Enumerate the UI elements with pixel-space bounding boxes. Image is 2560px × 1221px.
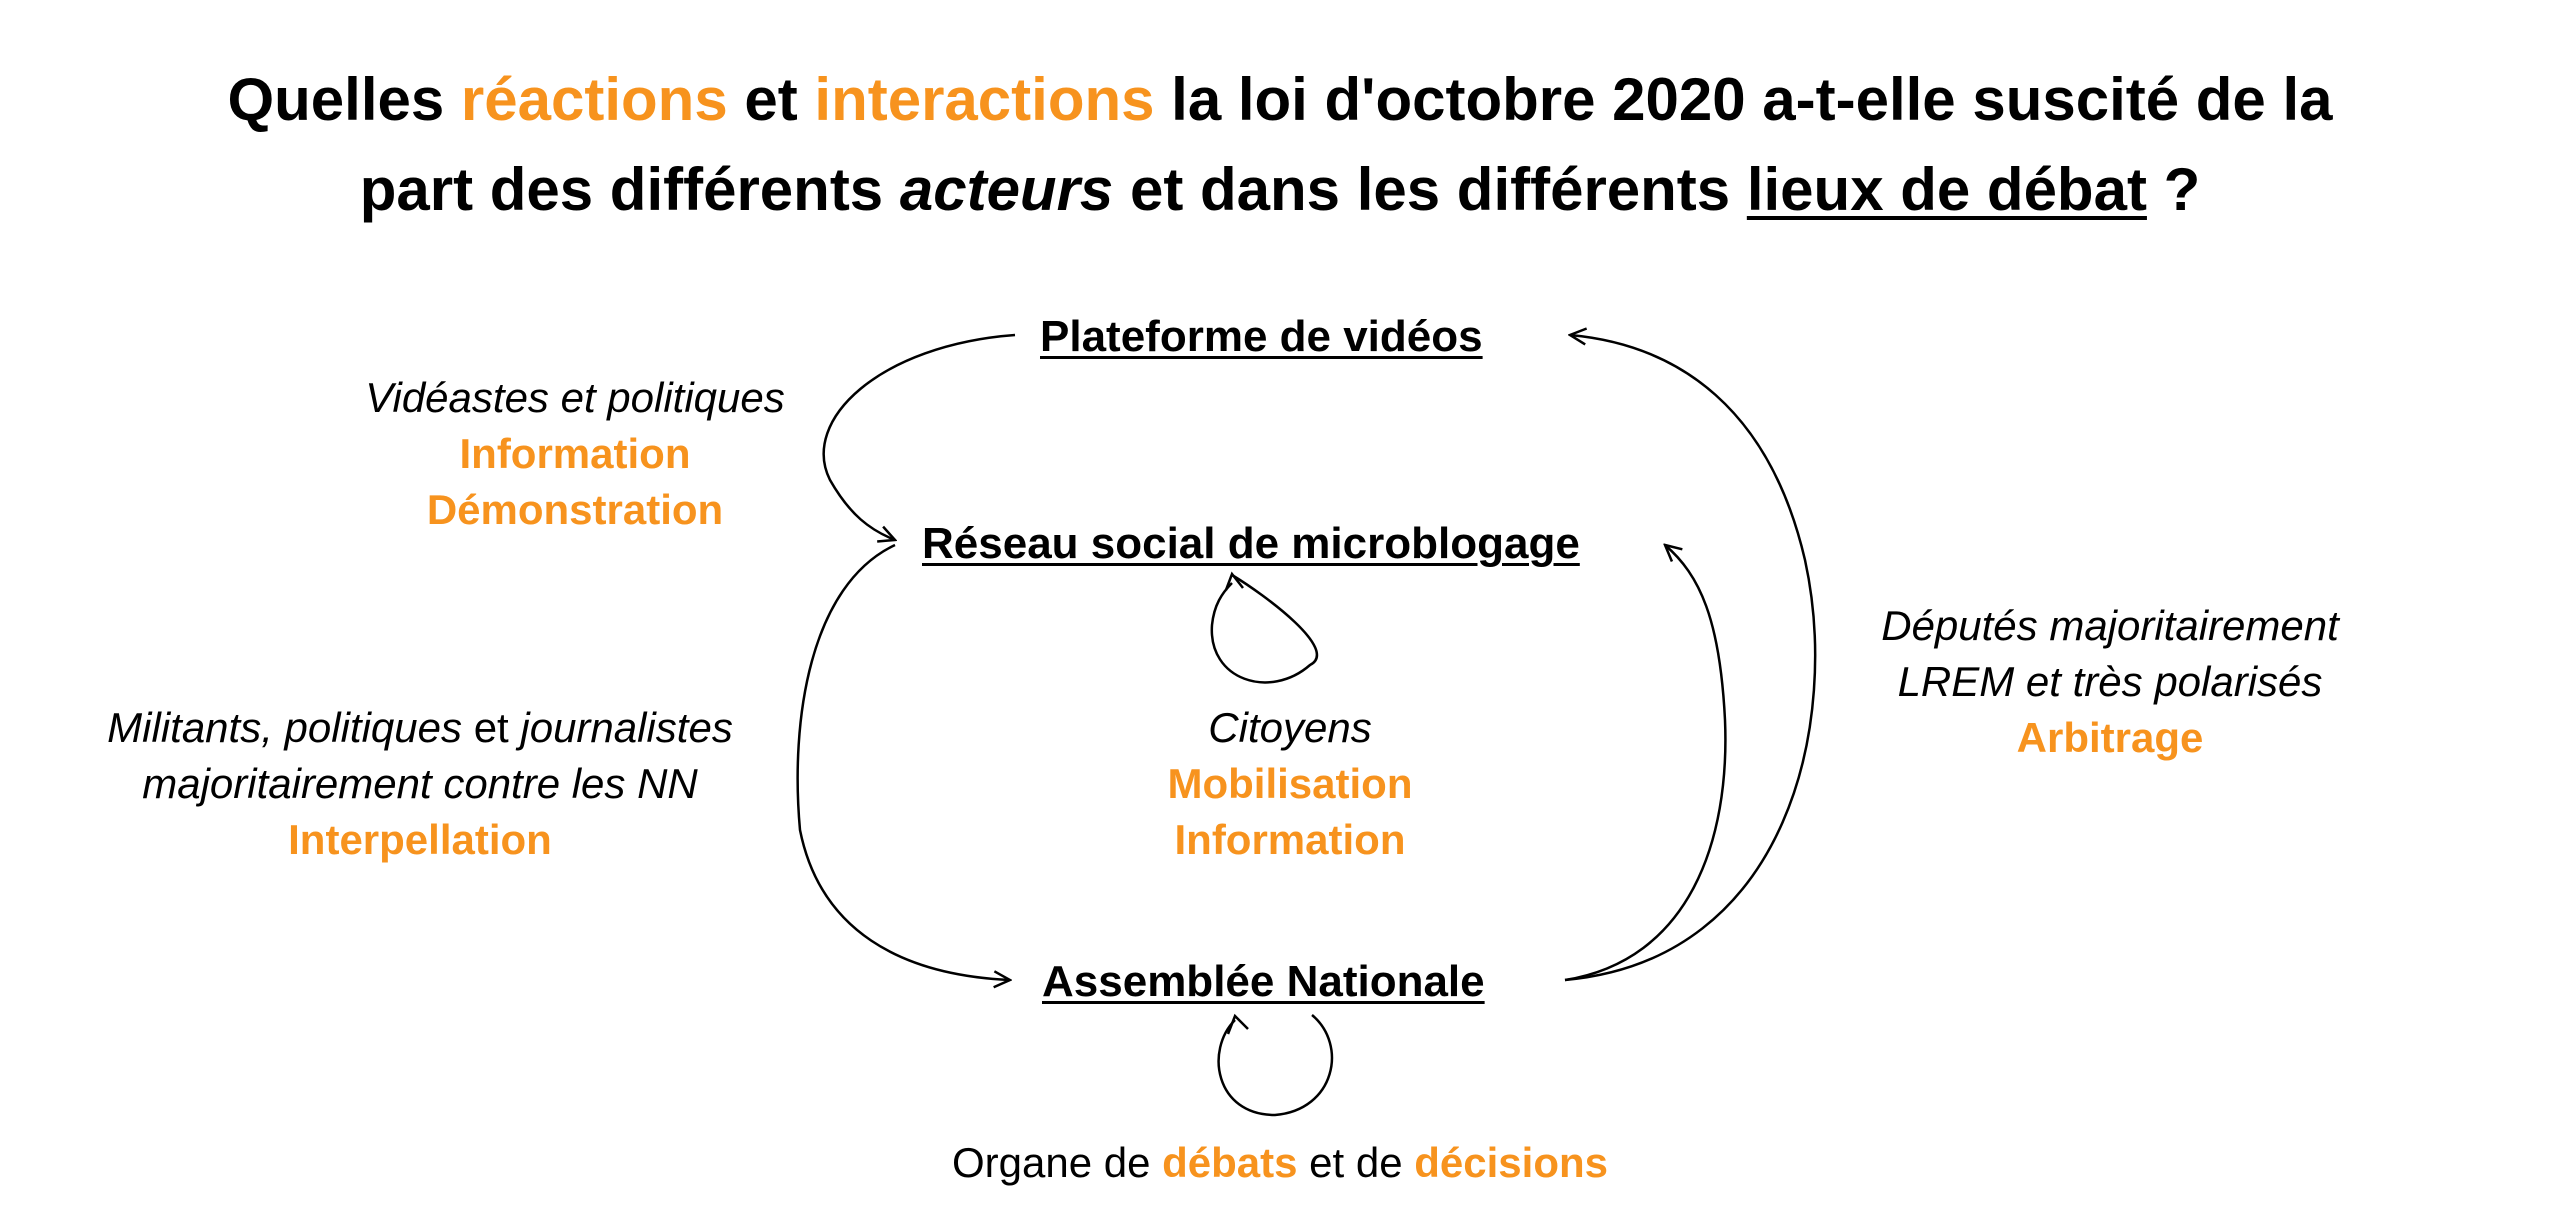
note-role: Information	[1174, 816, 1406, 863]
note-videographers: Vidéastes et politiques Information Démo…	[340, 370, 810, 538]
note-actors: majoritairement contre les NN	[142, 760, 698, 807]
note-text: et de	[1297, 1139, 1415, 1186]
note-actors: Députés majoritairement	[1881, 602, 2339, 649]
note-text: Organe de	[951, 1139, 1163, 1186]
note-actors-part: journalistes	[508, 704, 733, 751]
note-actors: Citoyens	[1208, 704, 1372, 751]
node-national-assembly: Assemblée Nationale	[1042, 957, 1485, 1006]
note-role: Arbitrage	[2016, 714, 2204, 761]
node-microblog-network: Réseau social de microblogage	[922, 519, 1580, 568]
note-actors: LREM et très polarisés	[1897, 658, 2323, 705]
note-actors-part: et	[473, 704, 509, 751]
note-highlight-decisions: décisions	[1414, 1139, 1609, 1186]
arrow-assembly-to-platform	[1564, 335, 1817, 982]
self-loop-assembly-head	[1226, 1013, 1249, 1035]
node-video-platform: Plateforme de vidéos	[1040, 312, 1483, 361]
note-citizens: Citoyens Mobilisation Information	[1080, 700, 1500, 868]
note-activists: Militants, politiques et journalistes ma…	[60, 700, 780, 868]
note-actors: Militants, politiques et journalistes	[60, 700, 780, 756]
note-actors-part: , politiques	[261, 704, 474, 751]
note-role: Information	[459, 430, 691, 477]
arrow-assembly-to-microblog	[1564, 545, 1727, 982]
arrow-platform-to-microblog	[822, 333, 1016, 540]
note-role: Démonstration	[426, 486, 724, 533]
note-role: Mobilisation	[1167, 760, 1413, 807]
note-role: Interpellation	[288, 816, 552, 863]
note-line: Organe de débats et de décisions	[880, 1135, 1680, 1191]
note-deputies: Députés majoritairement LREM et très pol…	[1830, 598, 2390, 766]
note-actors: Vidéastes et politiques	[365, 374, 785, 421]
self-loop-microblog	[1210, 573, 1319, 684]
note-highlight-debates: débats	[1162, 1139, 1298, 1186]
note-actors-part: Militants	[107, 704, 262, 751]
self-loop-assembly	[1217, 1014, 1334, 1117]
note-assembly-role: Organe de débats et de décisions	[880, 1135, 1680, 1191]
arrow-microblog-to-assembly	[796, 543, 1010, 980]
